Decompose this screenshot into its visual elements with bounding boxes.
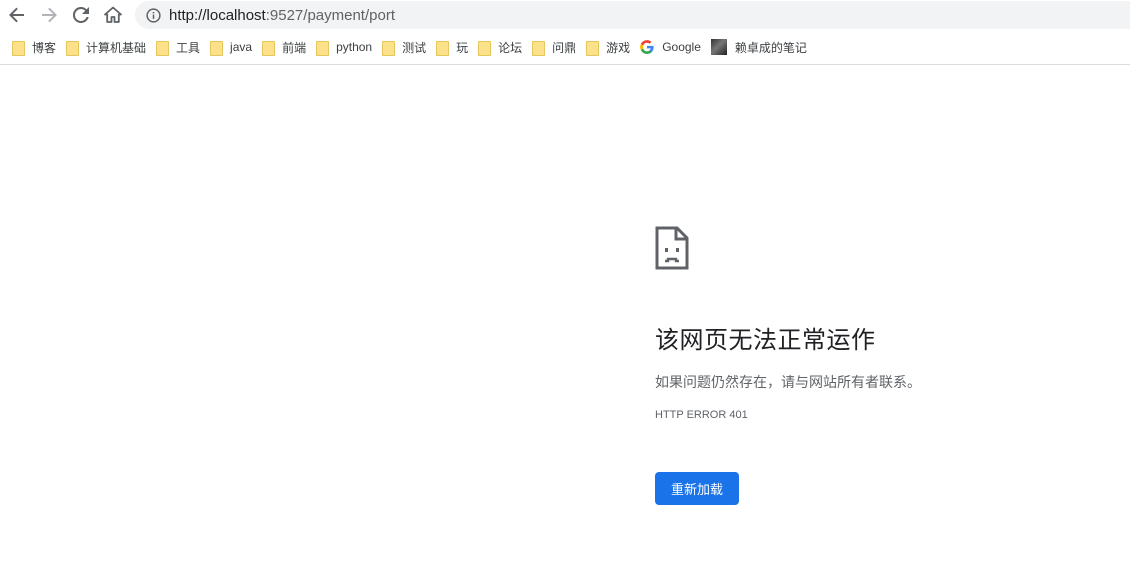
url-text: http://localhost:9527/payment/port	[169, 7, 395, 24]
bookmark-folder-play[interactable]: 玩	[434, 35, 476, 59]
folder-icon	[210, 40, 224, 56]
bookmark-notes[interactable]: 赖卓成的笔记	[709, 35, 815, 59]
bookmark-label: 计算机基础	[86, 40, 147, 55]
url-path: :9527/payment/port	[265, 6, 395, 24]
folder-icon	[436, 40, 450, 56]
bookmark-label: 工具	[176, 40, 201, 55]
arrow-left-icon	[9, 7, 24, 23]
error-panel: 该网页无法正常运作 如果问题仍然存在，请与网站所有者联系。 HTTP ERROR…	[655, 226, 1095, 421]
bookmark-label: 论坛	[498, 40, 523, 55]
back-button[interactable]	[4, 3, 30, 27]
forward-button[interactable]	[36, 3, 62, 27]
bookmark-label: 问鼎	[552, 40, 577, 55]
arrow-right-icon	[42, 7, 57, 23]
bookmark-folder-python[interactable]: python	[314, 35, 380, 59]
bookmark-label: 前端	[282, 40, 307, 55]
folder-icon	[586, 40, 600, 56]
bookmark-label: python	[336, 40, 373, 54]
bookmark-folder-games[interactable]: 游戏	[584, 35, 638, 59]
bookmark-folder-java[interactable]: java	[208, 35, 260, 59]
url-host: http://localhost	[169, 6, 266, 24]
error-code: HTTP ERROR 401	[655, 409, 748, 421]
toolbar-divider	[0, 64, 1130, 65]
folder-icon	[316, 40, 330, 56]
bookmark-label: Google	[662, 40, 701, 54]
bookmark-label: java	[230, 40, 253, 54]
bookmark-folder-forum[interactable]: 论坛	[476, 35, 530, 59]
avatar-icon	[710, 39, 727, 55]
bookmark-label: 玩	[456, 40, 469, 55]
error-title: 该网页无法正常运作	[655, 326, 876, 354]
bookmark-google[interactable]: Google	[638, 35, 709, 59]
folder-icon	[532, 40, 546, 56]
folder-icon	[478, 40, 492, 56]
folder-icon	[12, 40, 25, 56]
reload-button[interactable]	[68, 3, 94, 27]
reload-page-button[interactable]: 重新加载	[655, 472, 739, 505]
bookmark-label: 博客	[32, 40, 57, 55]
bookmark-folder-tools[interactable]: 工具	[154, 35, 208, 59]
bookmark-folder-test[interactable]: 测试	[380, 35, 434, 59]
sad-page-icon	[655, 226, 689, 270]
reload-icon	[73, 7, 89, 23]
browser-toolbar: http://localhost:9527/payment/port	[0, 0, 1130, 30]
bookmark-label: 游戏	[606, 40, 631, 55]
info-icon[interactable]	[145, 7, 161, 23]
folder-icon	[156, 40, 170, 56]
home-icon	[104, 6, 122, 23]
bookmark-label: 测试	[402, 40, 427, 55]
folder-icon	[382, 40, 396, 56]
folder-icon	[66, 40, 80, 56]
google-icon	[640, 40, 654, 54]
bookmark-label: 赖卓成的笔记	[734, 40, 807, 55]
folder-icon	[262, 40, 276, 56]
error-description: 如果问题仍然存在，请与网站所有者联系。	[655, 375, 921, 391]
bookmarks-bar: 博客 计算机基础 工具 java 前端 python 测试 玩 论坛 问鼎 游戏…	[0, 33, 1130, 61]
bookmark-folder-frontend[interactable]: 前端	[260, 35, 314, 59]
bookmark-folder-blog[interactable]: 博客	[10, 35, 64, 59]
home-button[interactable]	[100, 3, 126, 27]
address-bar[interactable]: http://localhost:9527/payment/port	[135, 1, 1130, 29]
bookmark-folder-cs-basics[interactable]: 计算机基础	[64, 35, 154, 59]
bookmark-folder-wending[interactable]: 问鼎	[530, 35, 584, 59]
